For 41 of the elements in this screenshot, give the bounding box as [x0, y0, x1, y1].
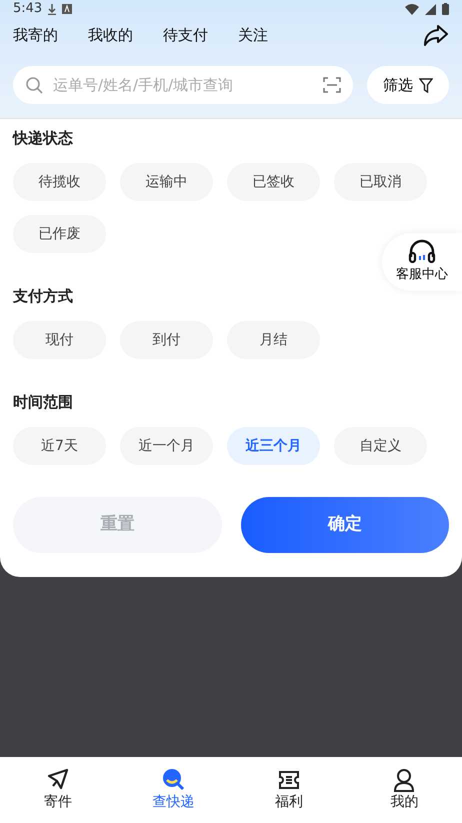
signal-icon	[425, 4, 436, 14]
filter-button[interactable]: 筛选	[367, 66, 449, 104]
tab[interactable]: 待支付	[163, 24, 208, 46]
option-chip[interactable]: 到付	[120, 321, 213, 359]
share-icon[interactable]	[423, 24, 449, 46]
option-chip[interactable]: 已签收	[227, 163, 320, 201]
nav-tab[interactable]: 查快递	[116, 757, 231, 823]
option-chip[interactable]: 已取消	[334, 163, 427, 201]
scan-icon[interactable]	[323, 77, 341, 93]
tab[interactable]: 我收的	[88, 24, 133, 46]
download-icon	[48, 4, 56, 14]
wifi-icon	[405, 4, 419, 14]
option-chip[interactable]: 月结	[227, 321, 320, 359]
send-icon	[46, 768, 70, 792]
confirm-button[interactable]: 确定	[240, 497, 449, 553]
option-chip[interactable]: 近7天	[13, 427, 106, 465]
customer-service-button[interactable]: 客服中心	[382, 233, 462, 291]
option-chip[interactable]: 已作废	[13, 215, 106, 253]
option-chip[interactable]: 近三个月	[227, 427, 320, 465]
option-chip[interactable]: 现付	[13, 321, 106, 359]
option-chip[interactable]: 待揽收	[13, 163, 106, 201]
option-chip[interactable]: 运输中	[120, 163, 213, 201]
status-time: 5:43	[13, 0, 42, 18]
option-chip[interactable]: 近一个月	[120, 427, 213, 465]
notification-icon	[62, 4, 72, 14]
tab[interactable]: 关注	[238, 24, 268, 46]
headset-icon	[408, 239, 436, 264]
nav-tab[interactable]: 福利	[231, 757, 346, 823]
nav-tab[interactable]: 我的	[346, 757, 462, 823]
filter-icon	[419, 78, 433, 92]
nav-tab[interactable]: 寄件	[0, 757, 116, 823]
search-field[interactable]: 运单号/姓名/手机/城市查询	[13, 66, 353, 104]
section-title: 支付方式	[13, 286, 73, 305]
tab[interactable]: 我寄的	[13, 24, 58, 46]
section-title: 快递状态	[13, 128, 73, 147]
user-icon	[392, 768, 416, 792]
battery-icon	[442, 3, 449, 15]
section-title: 时间范围	[13, 392, 73, 411]
search-icon	[161, 768, 186, 792]
option-chip[interactable]: 自定义	[334, 427, 427, 465]
search-icon	[25, 76, 43, 94]
